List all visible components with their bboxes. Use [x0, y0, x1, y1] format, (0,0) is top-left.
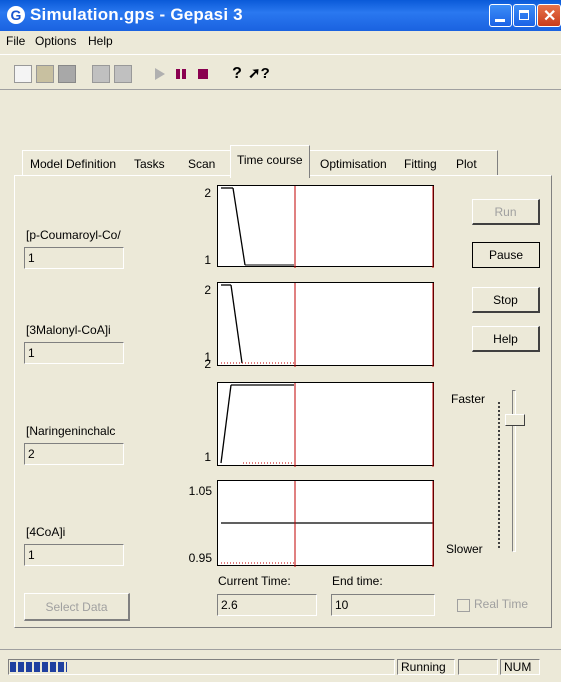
current-time-value: 2.6: [217, 594, 317, 616]
menu-options[interactable]: Options: [35, 34, 76, 48]
slower-label: Slower: [446, 542, 483, 556]
load-icon[interactable]: [92, 65, 110, 83]
close-icon: ✕: [543, 8, 557, 25]
menu-file[interactable]: File: [6, 34, 25, 48]
speed-slider-handle[interactable]: [505, 414, 525, 426]
plot4-ymin: 0.95: [188, 551, 212, 565]
end-time-value[interactable]: 10: [331, 594, 435, 616]
maximize-button[interactable]: [513, 4, 536, 27]
variable-label-3: [Naringeninchalc: [26, 424, 116, 438]
plot-3: [217, 382, 434, 467]
plot4-ymax: 1.05: [188, 484, 212, 498]
minimize-button[interactable]: [489, 4, 512, 27]
real-time-checkbox[interactable]: [457, 599, 470, 612]
variable-value-2: 1: [24, 342, 124, 364]
variable-value-1: 1: [24, 247, 124, 269]
menu-bar: File Options Help: [0, 31, 561, 53]
maximize-icon: [519, 10, 529, 20]
speed-ticks: [498, 402, 502, 548]
stop-button[interactable]: Stop: [472, 287, 540, 313]
status-empty-pane: [458, 659, 498, 675]
variable-value-4: 1: [24, 544, 124, 566]
faster-label: Faster: [451, 392, 486, 406]
help-icon[interactable]: ?: [228, 65, 246, 83]
gepasi-logo-icon: G: [7, 6, 25, 24]
real-time-label: Real Time: [474, 597, 529, 611]
plot1-curve-drop: [232, 187, 246, 266]
variable-label-4: [4CoA]i: [26, 525, 66, 539]
variable-label-2: [3Malonyl-CoA]i: [26, 323, 111, 337]
select-data-button[interactable]: Select Data: [24, 593, 130, 621]
minimize-icon: [495, 19, 505, 22]
plot3-curve-rise: [220, 384, 232, 464]
run-button[interactable]: Run: [472, 199, 540, 225]
close-button[interactable]: ✕: [537, 4, 561, 27]
variable-label-1: [p-Coumaroyl-Co/: [26, 228, 121, 242]
plot3-ymax: 2: [204, 357, 211, 371]
progress-bar: [8, 659, 395, 675]
new-icon[interactable]: [14, 65, 32, 83]
toolbar: ? ➚?: [0, 54, 561, 90]
window-title: Simulation.gps - Gepasi 3: [30, 5, 243, 24]
status-state: Running: [397, 659, 455, 675]
stop-icon[interactable]: [194, 65, 212, 83]
save-icon[interactable]: [58, 65, 76, 83]
context-help-icon[interactable]: ➚?: [248, 65, 270, 83]
plot3-ymin: 1: [204, 450, 211, 464]
status-num: NUM: [500, 659, 540, 675]
export-icon[interactable]: [114, 65, 132, 83]
plot2-curve-drop: [230, 284, 243, 364]
end-time-label: End time:: [332, 574, 383, 588]
plot2-ymax: 2: [204, 283, 211, 297]
plot-4: [217, 480, 434, 567]
pause-button[interactable]: Pause: [472, 242, 540, 268]
plot-1: [217, 185, 434, 268]
progress-fill: [10, 662, 67, 672]
menu-help[interactable]: Help: [88, 34, 113, 48]
play-icon[interactable]: [150, 65, 168, 83]
plot-2: [217, 282, 434, 367]
status-bar: Running NUM: [0, 649, 561, 682]
current-time-label: Current Time:: [218, 574, 291, 588]
variable-value-3: 2: [24, 443, 124, 465]
plot1-ymin: 1: [204, 253, 211, 267]
tab-time-course[interactable]: Time course: [230, 145, 310, 178]
open-icon[interactable]: [36, 65, 54, 83]
plot1-ymax: 2: [204, 186, 211, 200]
title-bar[interactable]: G Simulation.gps - Gepasi 3 ✕: [0, 0, 561, 31]
help-button[interactable]: Help: [472, 326, 540, 352]
pause-icon[interactable]: [172, 65, 190, 83]
